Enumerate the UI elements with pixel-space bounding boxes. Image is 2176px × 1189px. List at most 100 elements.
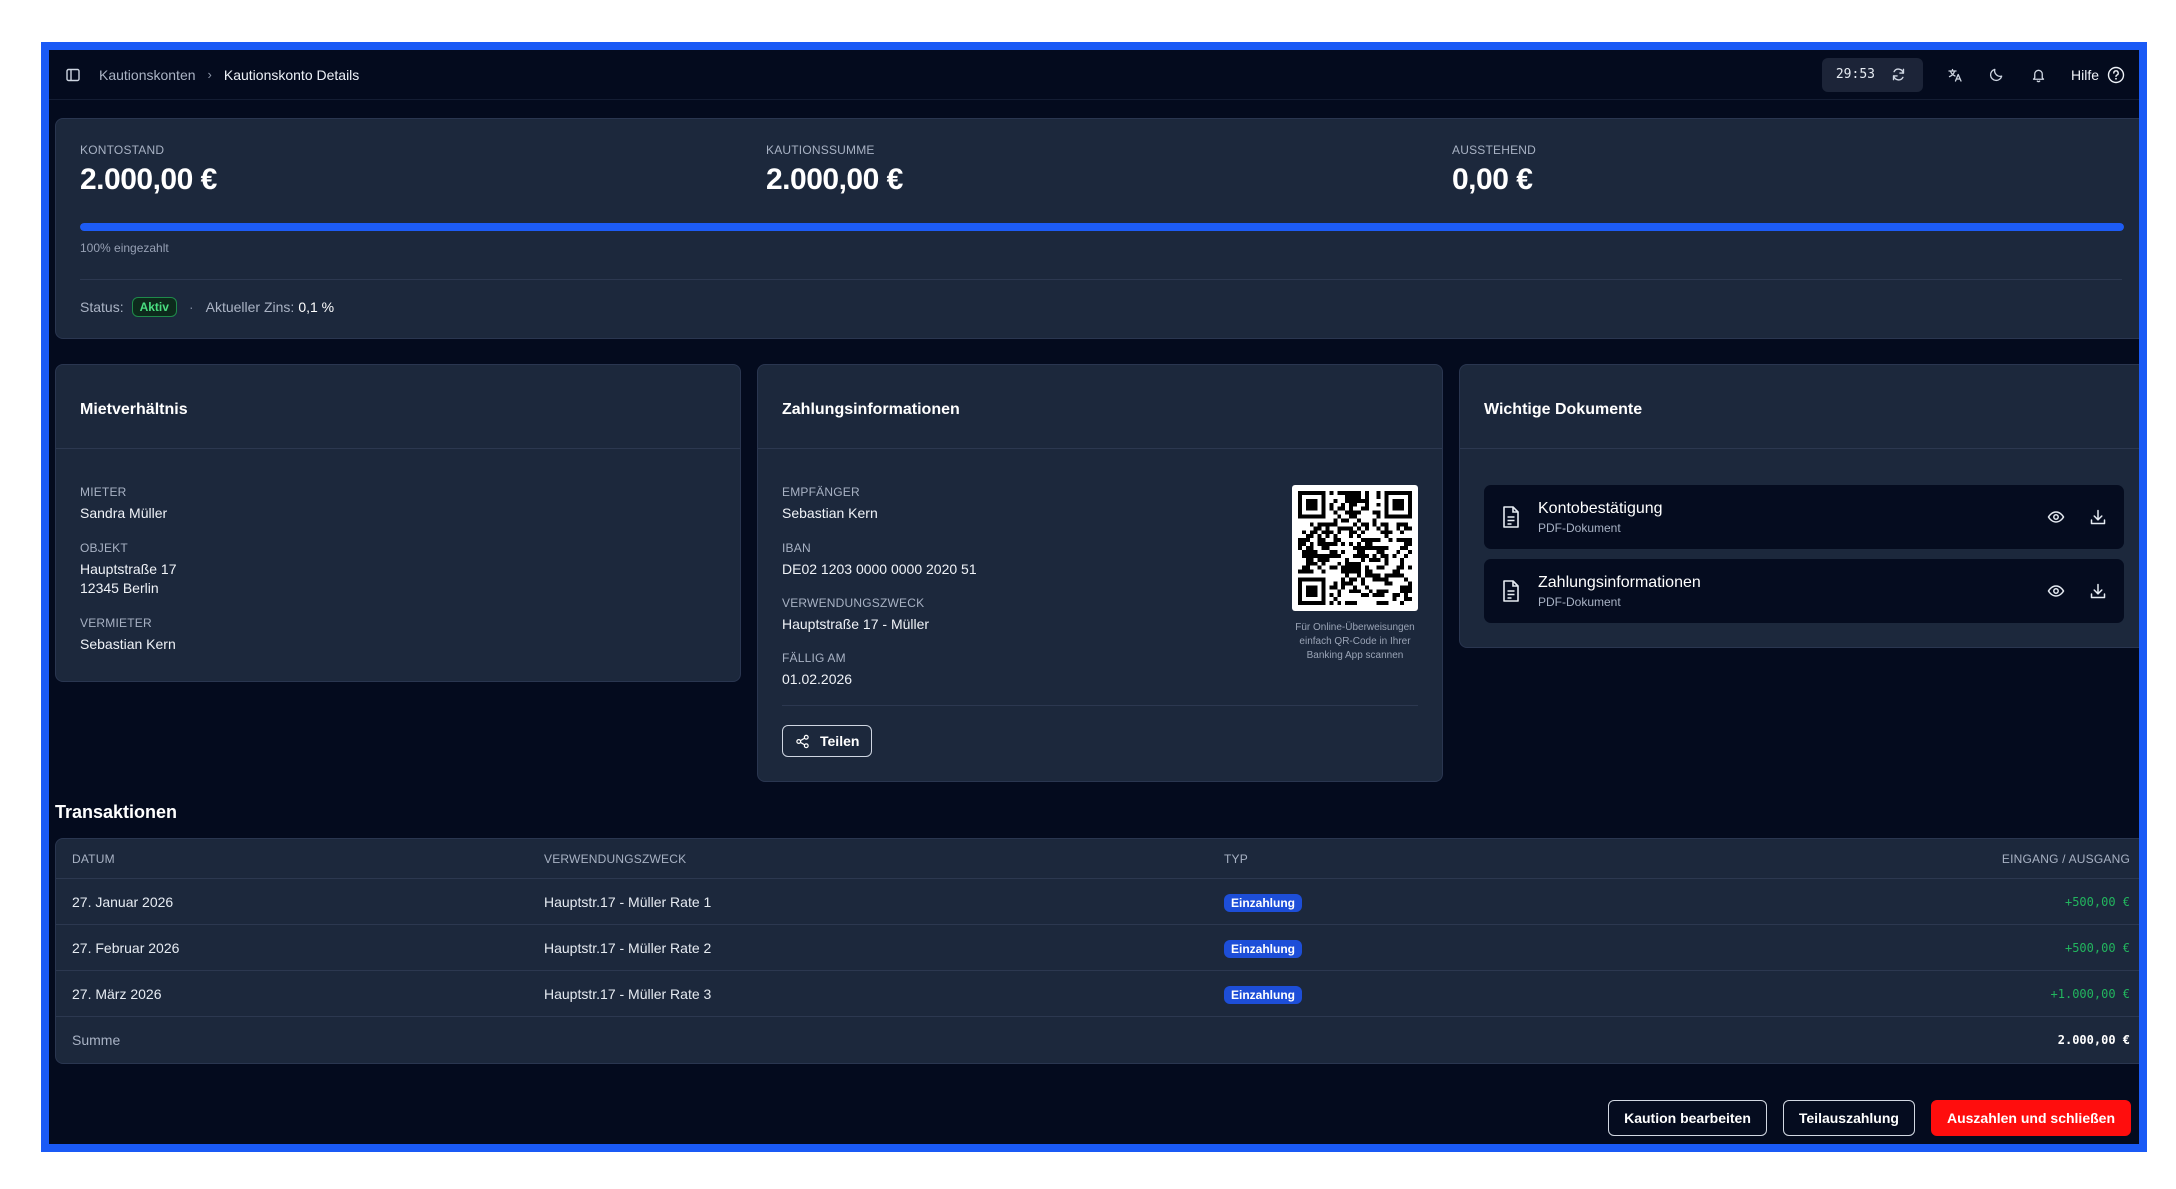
transactions-title: Transaktionen: [55, 802, 178, 822]
zins-value: 0,1 %: [298, 299, 335, 315]
empfaenger-label: EMPFÄNGER: [782, 485, 860, 499]
kontostand-value: 2.000,00 €: [80, 163, 217, 196]
cell-betrag: +1.000,00 €: [2050, 986, 2130, 1001]
document-title: Kontobestätigung: [1538, 499, 1663, 517]
document-item-zahlungsinformationen[interactable]: Zahlungsinformationen PDF-Dokument: [1484, 559, 2124, 623]
objekt-line1: Hauptstraße 17: [80, 561, 177, 577]
faellig-field: FÄLLIG AM 01.02.2026: [782, 651, 852, 689]
top-bar: Kautionskonten › Kautionskonto Details 2…: [49, 50, 2139, 100]
documents-title: Wichtige Dokumente: [1484, 401, 1643, 418]
download-icon[interactable]: [2088, 581, 2108, 601]
zins-label: Aktueller Zins:: [205, 299, 295, 315]
qr-code-image: [1298, 491, 1412, 605]
summary-divider: [80, 279, 2122, 280]
zahlungsinformationen-card: Zahlungsinformationen EMPFÄNGER Sebastia…: [757, 364, 1443, 782]
objekt-field: OBJEKT Hauptstraße 17 12345 Berlin: [80, 541, 177, 598]
help-circle-icon: [2107, 66, 2125, 83]
document-text: Zahlungsinformationen PDF-Dokument: [1538, 574, 1701, 609]
share-icon: [796, 734, 809, 748]
payout-close-button[interactable]: Auszahlen und schließen: [1930, 1100, 2131, 1136]
kautionssumme-value: 2.000,00 €: [766, 163, 903, 196]
panel-divider: [1460, 448, 2139, 449]
table-row[interactable]: 27. März 2026 Hauptstr.17 - Müller Rate …: [56, 971, 2139, 1017]
stat-kautionssumme: KAUTIONSSUMME 2.000,00 €: [766, 143, 903, 197]
empfaenger-value: Sebastian Kern: [782, 505, 878, 521]
window-frame: Kautionskonten › Kautionskonto Details 2…: [41, 42, 2147, 1152]
file-text-icon: [1503, 506, 1519, 528]
bell-icon[interactable]: [2029, 65, 2049, 85]
help-button[interactable]: Hilfe: [2071, 66, 2125, 84]
translate-icon[interactable]: [1945, 65, 1965, 85]
cell-betrag: +500,00 €: [2064, 894, 2130, 909]
transactions-table: DATUM VERWENDUNGSZWECK TYP EINGANG / AUS…: [55, 838, 2139, 1064]
ausstehend-label: AUSSTEHEND: [1452, 143, 1537, 157]
breadcrumb-parent-link[interactable]: Kautionskonten: [99, 67, 196, 83]
stat-ausstehend: AUSSTEHEND 0,00 €: [1452, 143, 1536, 197]
faellig-value: 01.02.2026: [782, 671, 853, 687]
refresh-icon[interactable]: [1889, 65, 1909, 85]
table-sum-row: Summe 2.000,00 €: [56, 1017, 2139, 1063]
file-text-icon: [1503, 580, 1519, 602]
qr-caption: Für Online-Überweisungen einfach QR-Code…: [1295, 622, 1415, 661]
kontostand-label: KONTOSTAND: [80, 143, 165, 157]
cell-datum: 27. März 2026: [72, 985, 162, 1002]
payment-progress-bar: [80, 223, 2124, 231]
document-item-kontobestaetigung[interactable]: Kontobestätigung PDF-Dokument: [1484, 485, 2124, 549]
zahlung-title: Zahlungsinformationen: [782, 401, 960, 418]
type-badge: Einzahlung: [1224, 893, 1302, 912]
download-icon[interactable]: [2088, 507, 2108, 527]
cell-zweck: Hauptstr.17 - Müller Rate 3: [544, 985, 712, 1002]
document-title: Zahlungsinformationen: [1538, 573, 1701, 591]
cell-zweck: Hauptstr.17 - Müller Rate 2: [544, 939, 712, 956]
sum-label: Summe: [72, 1032, 121, 1048]
balance-summary-card: KONTOSTAND 2.000,00 € KAUTIONSSUMME 2.00…: [55, 118, 2139, 339]
vermieter-label: VERMIETER: [80, 616, 152, 630]
breadcrumb-current: Kautionskonto Details: [223, 66, 360, 83]
iban-value: DE02 1203 0000 0000 2020 51: [782, 561, 977, 577]
chevron-right-icon: ›: [207, 67, 212, 82]
progress-text: 100% eingezahlt: [80, 241, 169, 255]
col-header-datum: DATUM: [72, 851, 115, 866]
col-header-typ: TYP: [1224, 851, 1248, 866]
col-header-betrag: EINGANG / AUSGANG: [2001, 851, 2130, 866]
share-button[interactable]: Teilen: [782, 725, 873, 757]
partial-payout-button[interactable]: Teilauszahlung: [1782, 1100, 1915, 1136]
moon-icon[interactable]: [1987, 65, 2007, 85]
sidebar-toggle-icon[interactable]: [63, 65, 83, 85]
vermieter-value: Sebastian Kern: [80, 636, 176, 652]
share-label: Teilen: [820, 733, 860, 749]
objekt-label: OBJEKT: [80, 541, 128, 555]
mieter-label: MIETER: [80, 485, 127, 499]
cell-zweck: Hauptstr.17 - Müller Rate 1: [544, 893, 712, 910]
qr-code: [1292, 485, 1418, 611]
mieter-field: MIETER Sandra Müller: [80, 485, 167, 523]
zahlung-divider: [782, 705, 1418, 706]
edit-deposit-button[interactable]: Kaution bearbeiten: [1608, 1100, 1767, 1136]
session-timer: 29:53: [1835, 67, 1875, 82]
status-label: Status:: [80, 299, 124, 315]
footer-actions: Kaution bearbeiten Teilauszahlung Auszah…: [1608, 1100, 2131, 1136]
help-label: Hilfe: [2070, 66, 2099, 83]
topbar-actions: 29:53 Hilfe: [1821, 57, 2125, 92]
session-timer-box: 29:53: [1821, 57, 1923, 92]
eye-icon[interactable]: [2046, 581, 2066, 601]
type-badge: Einzahlung: [1224, 985, 1302, 1004]
table-row[interactable]: 27. Februar 2026 Hauptstr.17 - Müller Ra…: [56, 925, 2139, 971]
panel-divider: [758, 448, 1442, 449]
panel-divider: [56, 448, 740, 449]
separator-dot: ·: [188, 299, 194, 315]
cell-datum: 27. Februar 2026: [72, 939, 180, 956]
zweck-field: VERWENDUNGSZWECK Hauptstraße 17 - Müller: [782, 596, 929, 634]
document-subtitle: PDF-Dokument: [1538, 594, 1621, 609]
table-row[interactable]: 27. Januar 2026 Hauptstr.17 - Müller Rat…: [56, 879, 2139, 925]
faellig-label: FÄLLIG AM: [782, 651, 846, 665]
eye-icon[interactable]: [2046, 507, 2066, 527]
zweck-value: Hauptstraße 17 - Müller: [782, 616, 930, 632]
iban-label: IBAN: [782, 541, 811, 555]
mietverhaeltnis-title: Mietverhältnis: [80, 401, 188, 418]
cell-datum: 27. Januar 2026: [72, 893, 174, 910]
table-header-row: DATUM VERWENDUNGSZWECK TYP EINGANG / AUS…: [56, 839, 2139, 879]
document-actions: [2046, 507, 2108, 527]
zweck-label: VERWENDUNGSZWECK: [782, 596, 925, 610]
iban-field: IBAN DE02 1203 0000 0000 2020 51: [782, 541, 977, 579]
